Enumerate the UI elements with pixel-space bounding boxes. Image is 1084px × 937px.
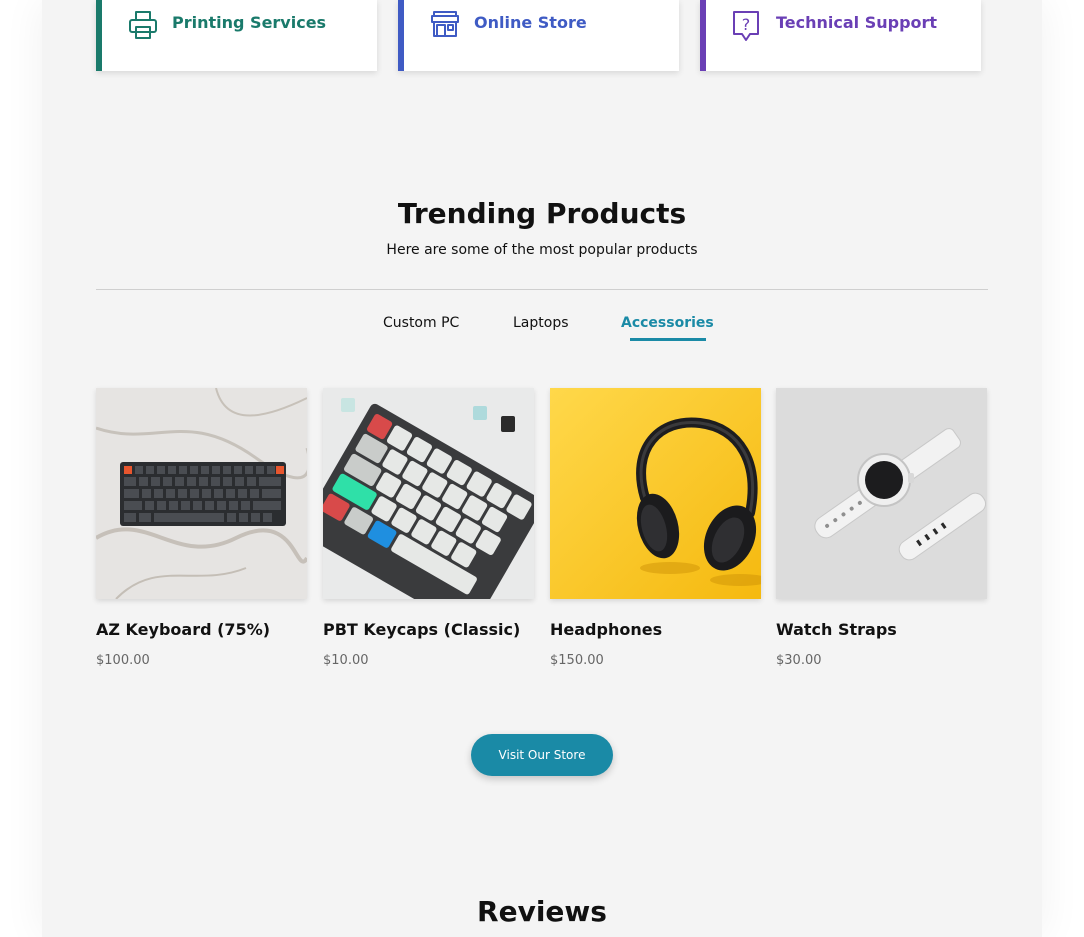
product-image-keycaps[interactable]: [323, 388, 534, 599]
active-tab-indicator: [630, 338, 706, 341]
help-bubble-icon: ?: [733, 11, 759, 41]
product-image-watch[interactable]: [776, 388, 987, 599]
svg-text:?: ?: [742, 15, 751, 34]
product-card[interactable]: PBT Keycaps (Classic) $10.00: [323, 388, 534, 668]
page: Printing Services Online Store ? Technic…: [42, 0, 1042, 937]
product-name[interactable]: Watch Straps: [776, 618, 897, 642]
service-card-store[interactable]: Online Store: [398, 0, 679, 71]
product-price: $10.00: [323, 653, 369, 668]
printer-icon: [129, 11, 157, 39]
service-label: Online Store: [474, 13, 587, 32]
product-card[interactable]: Watch Straps $30.00: [776, 388, 987, 668]
store-icon: [431, 11, 459, 37]
product-card[interactable]: Headphones $150.00: [550, 388, 761, 668]
product-name[interactable]: Headphones: [550, 618, 662, 642]
product-name[interactable]: PBT Keycaps (Classic): [323, 618, 520, 642]
product-name[interactable]: AZ Keyboard (75%): [96, 618, 270, 642]
visit-store-button[interactable]: Visit Our Store: [471, 734, 613, 776]
product-image-keyboard[interactable]: [96, 388, 307, 599]
tab-laptops[interactable]: Laptops: [513, 313, 569, 333]
section-title-trending: Trending Products: [397, 197, 687, 230]
service-label: Printing Services: [172, 13, 327, 32]
section-title-reviews: Reviews: [477, 895, 607, 928]
product-card[interactable]: AZ Keyboard (75%) $100.00: [96, 388, 307, 668]
service-label: Technical Support: [776, 13, 938, 32]
divider: [96, 289, 988, 290]
service-card-printing[interactable]: Printing Services: [96, 0, 377, 71]
tab-custom-pc[interactable]: Custom PC: [383, 313, 459, 333]
product-price: $30.00: [776, 653, 822, 668]
product-image-headphones[interactable]: [550, 388, 761, 599]
product-price: $100.00: [96, 653, 150, 668]
product-price: $150.00: [550, 653, 604, 668]
tab-accessories[interactable]: Accessories: [621, 313, 714, 333]
service-card-support[interactable]: ? Technical Support: [700, 0, 981, 71]
section-subtitle: Here are some of the most popular produc…: [386, 242, 698, 258]
